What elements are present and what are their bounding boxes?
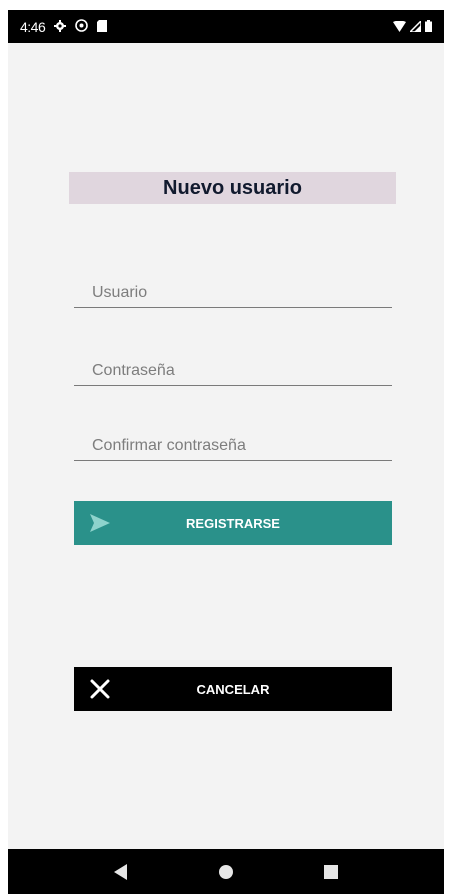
wifi-icon xyxy=(393,19,406,35)
signal-icon xyxy=(408,18,422,35)
confirm-password-field xyxy=(74,421,392,461)
send-icon xyxy=(88,511,112,535)
register-button[interactable]: REGISTRARSE xyxy=(74,501,392,545)
status-left: 4:46 xyxy=(20,18,108,35)
back-icon[interactable] xyxy=(107,858,135,886)
title-box: Nuevo usuario xyxy=(69,172,396,204)
home-icon[interactable] xyxy=(212,858,240,886)
sd-card-icon xyxy=(97,19,108,35)
vpn-icon xyxy=(75,18,89,35)
cancel-button[interactable]: CANCELAR xyxy=(74,667,392,711)
battery-icon xyxy=(425,19,432,35)
password-input[interactable] xyxy=(74,346,392,385)
password-field xyxy=(74,346,392,386)
confirm-password-input[interactable] xyxy=(74,421,392,460)
page-title: Nuevo usuario xyxy=(163,176,302,199)
username-field xyxy=(74,268,392,308)
username-input[interactable] xyxy=(74,268,392,307)
gear-icon xyxy=(54,19,67,35)
status-bar: 4:46 xyxy=(8,10,444,43)
close-icon xyxy=(88,677,112,701)
status-time: 4:46 xyxy=(20,18,46,35)
navigation-bar xyxy=(8,849,444,894)
recents-icon[interactable] xyxy=(317,858,345,886)
register-button-label: REGISTRARSE xyxy=(186,515,280,531)
status-right xyxy=(393,18,432,35)
cancel-button-label: CANCELAR xyxy=(196,681,270,697)
register-screen: Nuevo usuario REGISTRARSE xyxy=(8,43,444,849)
phone-frame: 4:46 Nuevo usuario Usuario REGISTRARSE C… xyxy=(8,10,444,894)
